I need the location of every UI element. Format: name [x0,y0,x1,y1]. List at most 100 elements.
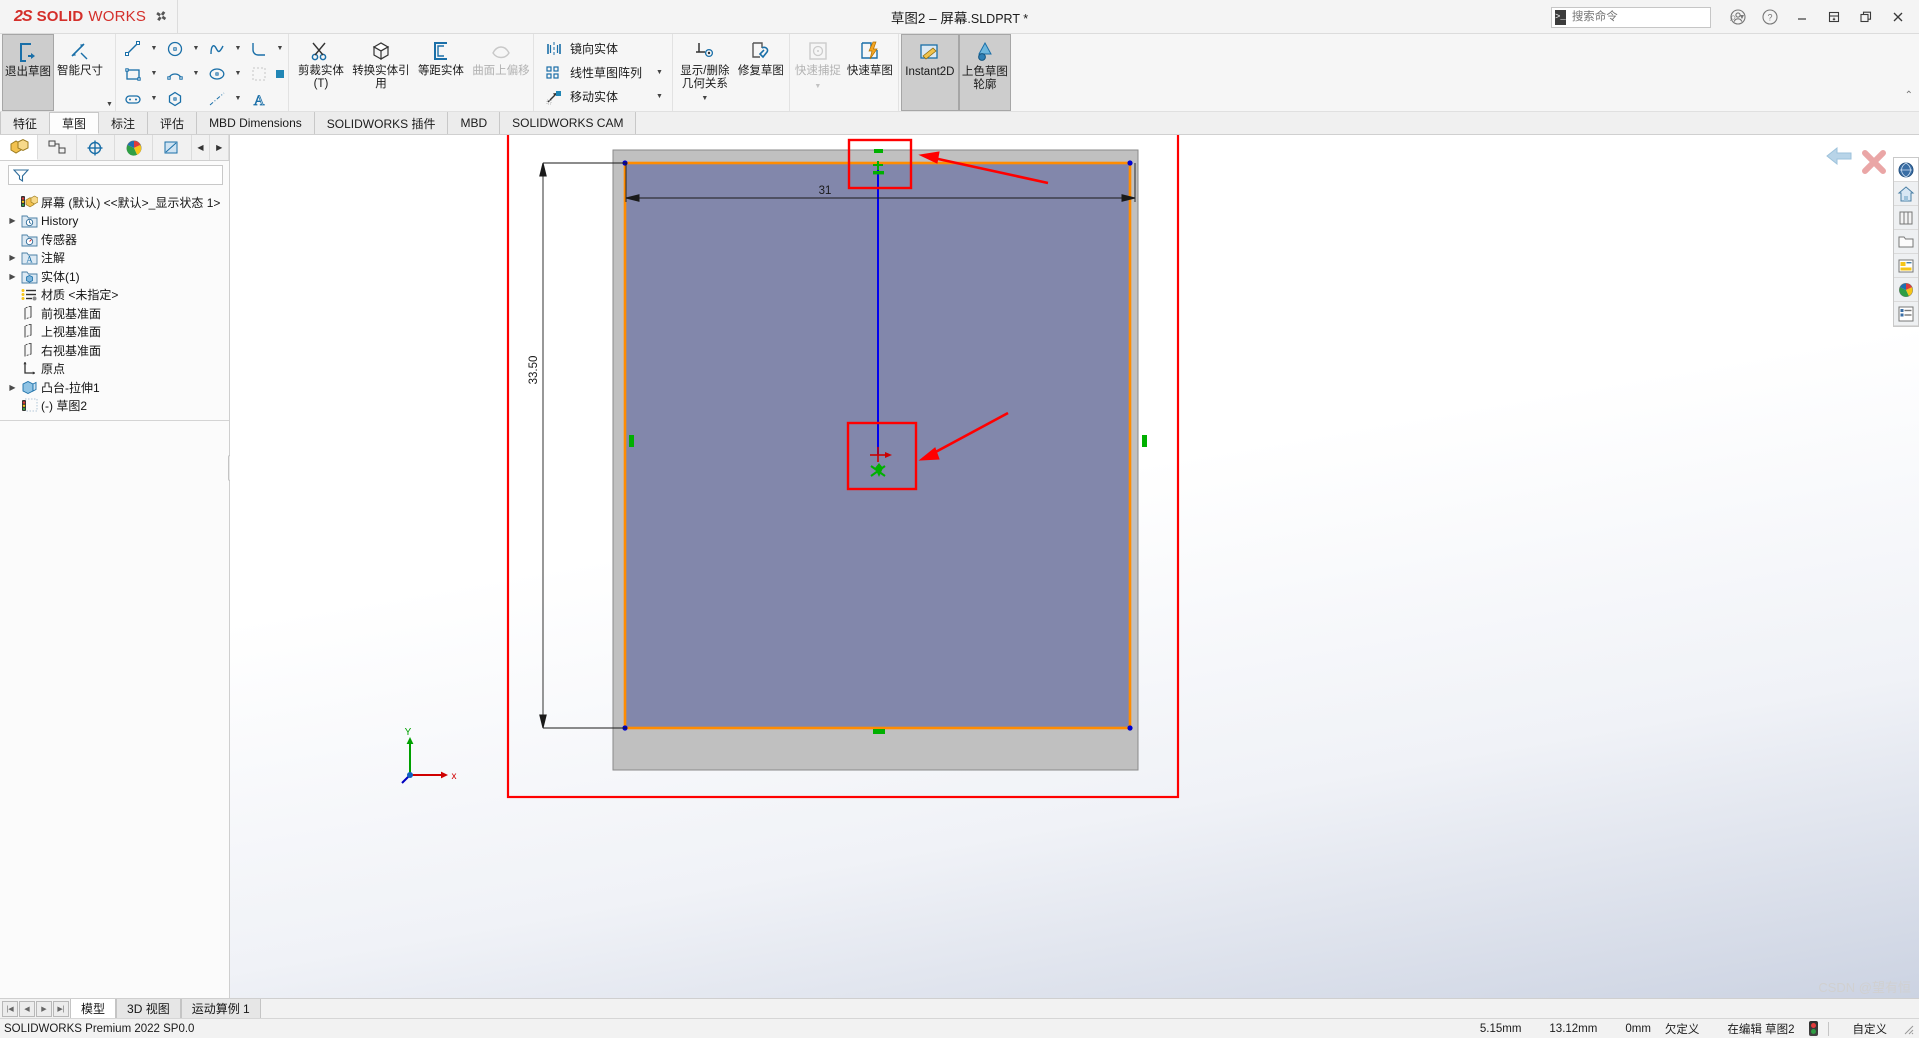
bottom-tab-3d-views[interactable]: 3D 视图 [116,999,181,1018]
maximize-button[interactable] [1851,4,1881,30]
last-tab-button[interactable]: ▶| [53,1000,69,1017]
status-resize-grip[interactable] [1901,1022,1915,1036]
prev-tab-button[interactable]: ◀ [19,1000,35,1017]
tab-markup[interactable]: 标注 [99,112,149,134]
help-icon[interactable]: ? [1755,4,1785,30]
tree-item-top-plane[interactable]: ▶ 上视基准面 [4,323,229,342]
slot-icon[interactable] [118,86,148,111]
tree-item-part-root[interactable]: ▶ 屏幕 (默认) <<默认>_显示状态 1> [4,193,229,212]
polygon-dropdown-icon[interactable] [190,86,202,111]
line-icon[interactable] [118,36,148,61]
tab-solidworks-cam[interactable]: SOLIDWORKS CAM [500,112,637,134]
trim-entities-button[interactable]: 剪裁实体(T) [291,34,351,111]
relations-dropdown-icon[interactable]: ▼ [701,95,708,102]
property-manager-tab[interactable] [38,135,77,160]
offset-entities-button[interactable]: 等距实体 [411,34,471,111]
repair-sketch-button[interactable]: 修复草图 [735,34,787,111]
rectangle-icon[interactable] [118,61,148,86]
line-dropdown-icon[interactable]: ▼ [148,36,160,61]
close-button[interactable] [1883,4,1913,30]
tab-mbd-dimensions[interactable]: MBD Dimensions [197,112,315,134]
tab-features[interactable]: 特征 [0,112,51,134]
tree-item-history[interactable]: ▶ History [4,212,229,231]
quick-snaps-dropdown-icon[interactable]: ▼ [814,83,821,90]
ellipse-icon[interactable] [202,61,232,86]
bottom-tab-motion-study-1[interactable]: 运动算例 1 [180,999,261,1018]
solidworks-logo[interactable]: 2S SOLID WORKS ✜ [0,0,178,34]
instant2d-button[interactable]: Instant2D [900,34,959,111]
minimize-button[interactable] [1787,4,1817,30]
arc-icon[interactable] [160,61,190,86]
polygon-icon[interactable] [160,86,190,111]
tree-item-boss-extrude1[interactable]: ▶ 凸台-拉伸1 [4,378,229,397]
spline-dropdown-icon[interactable]: ▼ [232,36,244,61]
account-icon[interactable] [1723,4,1753,30]
point-icon[interactable] [274,61,286,86]
tree-item-front-plane[interactable]: ▶ 前视基准面 [4,304,229,323]
mirror-entities-button[interactable]: 镜向实体 [540,37,666,61]
circle-dropdown-icon[interactable]: ▼ [190,36,202,61]
shaded-sketch-contours-button[interactable]: 上色草图轮廓 [958,34,1011,111]
first-tab-button[interactable]: |◀ [2,1000,18,1017]
sketch-drawing[interactable]: 33.50 31 Y x [230,135,1919,998]
quick-snaps-button[interactable]: 快速捕捉 ▼ [792,34,844,111]
tree-item-origin[interactable]: ▶ 原点 [4,360,229,379]
expander-icon: ▶ [6,364,19,373]
linear-sketch-pattern-button[interactable]: 线性草图阵列 ▼ [540,61,666,85]
tree-item-annotations[interactable]: ▶ A 注解 [4,249,229,268]
command-search-box[interactable]: >_ ⌕ ▼ [1551,6,1745,28]
spline-icon[interactable] [202,36,232,61]
move-entities-button[interactable]: 移动实体 ▼ [540,85,666,109]
tab-evaluate[interactable]: 评估 [148,112,198,134]
search-input[interactable] [1569,10,1728,24]
fillet-dropdown-icon[interactable]: ▼ [274,36,286,61]
text-icon[interactable]: A [244,86,274,111]
sketch-fillet-icon[interactable] [244,36,274,61]
slot-dropdown-icon[interactable]: ▼ [148,86,160,111]
sketch-pattern-icon[interactable] [244,61,274,86]
centerline-dropdown-icon[interactable]: ▼ [232,86,244,111]
ellipse-dropdown-icon[interactable]: ▼ [232,61,244,86]
offset-on-surface-button[interactable]: 曲面上偏移 [471,34,531,111]
move-entities-dropdown-icon[interactable]: ▼ [642,93,663,100]
sketch-main-dropdown[interactable]: ▼ [106,34,113,111]
tree-item-solid-bodies[interactable]: ▶ 实体(1) [4,267,229,286]
tree-item-right-plane[interactable]: ▶ 右视基准面 [4,341,229,360]
ribbon-collapse-icon[interactable]: ⌃ [1905,90,1913,101]
configuration-manager-tab[interactable] [77,135,115,160]
rectangle-dropdown-icon[interactable]: ▼ [148,61,160,86]
manager-tab-next-button[interactable]: ▶ [210,135,229,160]
exit-sketch-button[interactable]: 退出草图 [2,34,54,111]
centerline-icon[interactable] [202,86,232,111]
expander-icon[interactable]: ▶ [6,272,19,281]
restore-button[interactable] [1819,4,1849,30]
tab-sketch[interactable]: 草图 [50,112,100,134]
expander-icon[interactable]: ▶ [6,253,19,262]
display-delete-relations-button[interactable]: 显示/删除几何关系 ▼ [675,34,735,111]
smart-dimension-button[interactable]: 智能尺寸 [54,34,106,111]
dimxpert-manager-tab[interactable] [153,135,192,160]
tab-solidworks-addins[interactable]: SOLIDWORKS 插件 [314,112,449,134]
feature-manager-tab[interactable] [0,135,39,160]
expander-icon[interactable]: ▶ [6,383,19,392]
text-dropdown-icon[interactable] [274,86,286,111]
linear-pattern-dropdown-icon[interactable]: ▼ [642,69,663,76]
tree-filter-bar[interactable] [8,165,223,185]
graphics-area[interactable]: ▼ ▼ ▼ ▼ ▼ [230,135,1919,998]
plane-icon [19,342,39,358]
convert-entities-button[interactable]: 转换实体引用 [351,34,411,111]
status-customize-button[interactable]: 自定义 [1839,1021,1902,1037]
tab-mbd[interactable]: MBD [448,112,501,134]
tree-item-material[interactable]: ▶ 材质 <未指定> [4,286,229,305]
expander-icon[interactable]: ▶ [6,216,19,225]
display-manager-tab[interactable] [115,135,154,160]
circle-icon[interactable] [160,36,190,61]
arc-dropdown-icon[interactable]: ▼ [190,61,202,86]
rapid-sketch-button[interactable]: 快速草图 [844,34,896,111]
pin-icon[interactable]: ✜ [151,6,171,27]
tree-item-sensors[interactable]: ▶ 传感器 [4,230,229,249]
bottom-tab-model[interactable]: 模型 [70,999,117,1018]
tree-item-sketch2[interactable]: ▶ (-) 草图2 [4,397,229,416]
next-tab-button[interactable]: ▶ [36,1000,52,1017]
manager-tab-prev-button[interactable]: ◀ [192,135,211,160]
